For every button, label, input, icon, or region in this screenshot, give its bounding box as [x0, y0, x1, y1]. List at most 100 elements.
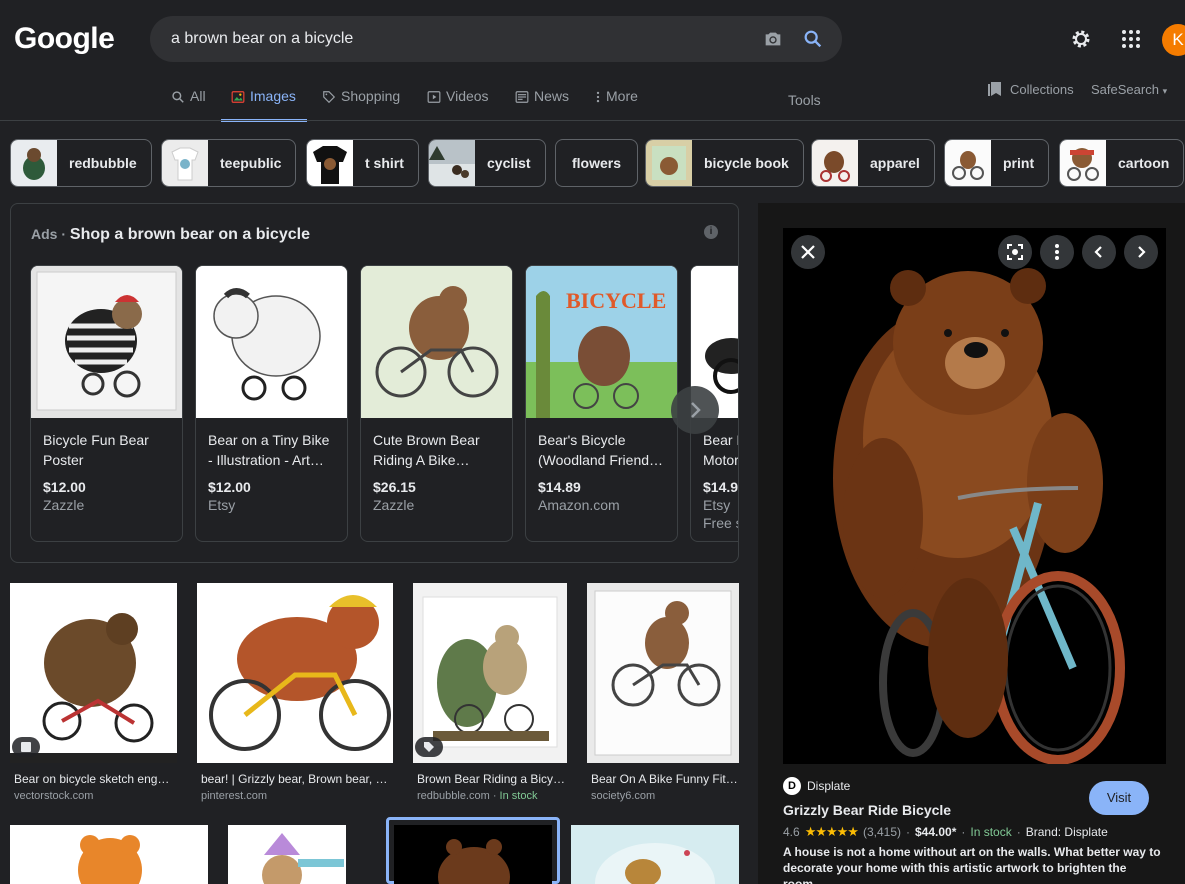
chip-thumbnail [646, 140, 692, 186]
image-type-badge [12, 737, 40, 757]
tab-news[interactable]: News [515, 88, 569, 122]
image-result[interactable]: Brown Bear Riding a Bicy… redbubble.com … [413, 583, 567, 803]
ad-price: $12.00 [43, 479, 86, 495]
tab-shopping[interactable]: Shopping [322, 88, 400, 122]
chip-thumbnail [429, 140, 475, 186]
preview-image[interactable] [783, 228, 1166, 764]
ad-card[interactable]: Bear on a Tiny Bike - Illustration - Art… [195, 265, 348, 542]
ad-name: Bicycle Fun Bear Poster [43, 432, 149, 468]
chip-redbubble[interactable]: redbubble [10, 139, 152, 187]
ad-card[interactable]: Cute Brown Bear Riding A Bike… $26.15 Za… [360, 265, 513, 542]
google-logo[interactable]: Google [14, 22, 115, 56]
shopping-tag-badge [415, 737, 443, 757]
site-name: Displate [807, 779, 851, 793]
tools-button[interactable]: Tools [788, 92, 821, 108]
ad-store: Amazon.com [538, 497, 620, 513]
result-image [197, 583, 393, 763]
tab-images[interactable]: Images [221, 88, 307, 122]
search-icon [172, 91, 184, 103]
chevron-right-icon [691, 402, 701, 418]
chip-flowers[interactable]: flowers [555, 139, 639, 187]
tag-icon [323, 91, 336, 104]
result-image [587, 583, 739, 763]
nav-divider [0, 120, 1185, 121]
images-icon [231, 91, 245, 103]
ad-shipping: Free shipping [703, 515, 738, 531]
safesearch-menu[interactable]: SafeSearch ▾ [1091, 82, 1167, 97]
more-dots-icon [596, 91, 600, 103]
chevron-left-icon [1094, 246, 1102, 258]
chip-apparel[interactable]: apparel [811, 139, 935, 187]
preview-title[interactable]: Grizzly Bear Ride Bicycle [783, 802, 951, 818]
result-source: society6.com [591, 790, 656, 802]
shopping-ads-panel: Ads · Shop a brown bear on a bicycle i B… [10, 203, 739, 563]
image-preview-panel: D Displate Grizzly Bear Ride Bicycle Vis… [758, 203, 1185, 884]
source-site[interactable]: D Displate [783, 777, 850, 795]
tab-all[interactable]: All [171, 88, 206, 122]
search-icon[interactable] [802, 28, 824, 50]
tab-more[interactable]: More [595, 88, 638, 122]
result-image-partial [394, 825, 552, 884]
chip-thumbnail [1060, 140, 1106, 186]
result-title[interactable]: Bear on bicycle sketch eng… [14, 772, 176, 786]
bookmark-icon [988, 82, 1001, 96]
ad-price: $14.95 [703, 479, 739, 495]
chip-teepublic[interactable]: teepublic [161, 139, 297, 187]
ad-name: Bear's Bicycle (Woodland Friend… [538, 432, 664, 468]
chip-bicycle-book[interactable]: bicycle book [645, 139, 804, 187]
result-source: vectorstock.com [14, 790, 94, 802]
result-source: redbubble.com · In stock [417, 790, 538, 802]
ad-price: $26.15 [373, 479, 416, 495]
ad-image [361, 266, 512, 418]
close-button[interactable] [791, 235, 825, 269]
chip-cyclist[interactable]: cyclist [428, 139, 546, 187]
image-result[interactable]: Bear on bicycle sketch eng… vectorstock.… [10, 583, 177, 803]
image-icon [21, 742, 31, 752]
displate-logo-icon: D [783, 777, 801, 795]
apps-grid-icon[interactable] [1120, 28, 1142, 50]
star-rating-icon: ★★★★★ [804, 824, 859, 839]
result-image-partial[interactable] [228, 825, 346, 884]
tab-videos[interactable]: Videos [427, 88, 489, 122]
visit-button[interactable]: Visit [1089, 781, 1149, 815]
next-button[interactable] [1124, 235, 1158, 269]
result-source: pinterest.com [201, 790, 268, 802]
carousel-next-button[interactable] [671, 386, 719, 434]
collections-link[interactable]: Collections [988, 81, 1074, 97]
search-input[interactable]: a brown bear on a bicycle [171, 30, 353, 48]
more-vert-icon [1055, 244, 1059, 260]
image-result[interactable]: bear! | Grizzly bear, Brown bear, … pint… [197, 583, 393, 803]
selected-result[interactable] [386, 817, 560, 884]
lens-button[interactable] [998, 235, 1032, 269]
chip-cartoon[interactable]: cartoon [1059, 139, 1185, 187]
more-options-button[interactable] [1040, 235, 1074, 269]
chevron-right-icon [1138, 246, 1146, 258]
ad-image [31, 266, 182, 418]
ad-card[interactable]: BICYCLE Bear's Bicycle (Woodland Friend…… [525, 265, 678, 542]
svg-text:BICYCLE: BICYCLE [566, 288, 666, 313]
result-title[interactable]: bear! | Grizzly bear, Brown bear, … [201, 772, 389, 786]
lens-icon [1007, 244, 1023, 260]
image-result[interactable]: Bear On A Bike Funny Fit… society6.com [587, 583, 739, 803]
result-image-partial[interactable] [10, 825, 208, 884]
avatar[interactable]: K [1162, 24, 1185, 56]
result-title[interactable]: Brown Bear Riding a Bicy… [417, 772, 567, 786]
chip-print[interactable]: print [944, 139, 1050, 187]
product-meta: 4.6 ★★★★★ (3,415) · $44.00* · In stock ·… [783, 824, 1108, 839]
tag-icon [424, 742, 434, 752]
ad-store: Etsy [703, 497, 731, 513]
camera-icon[interactable] [762, 28, 784, 50]
ad-card[interactable]: Bicycle Fun Bear Poster $12.00 Zazzle [30, 265, 183, 542]
chip-tshirt[interactable]: t shirt [306, 139, 419, 187]
result-image-partial[interactable] [571, 825, 739, 884]
previous-button[interactable] [1082, 235, 1116, 269]
info-icon[interactable]: i [704, 225, 718, 239]
ad-image [196, 266, 347, 418]
brand: Brand: Displate [1025, 825, 1108, 839]
chip-thumbnail [162, 140, 208, 186]
gear-icon[interactable] [1069, 27, 1093, 51]
result-title[interactable]: Bear On A Bike Funny Fit… [591, 772, 739, 786]
chip-thumbnail [812, 140, 858, 186]
search-bar[interactable]: a brown bear on a bicycle [150, 16, 842, 62]
ad-name: Cute Brown Bear Riding A Bike… [373, 432, 480, 468]
